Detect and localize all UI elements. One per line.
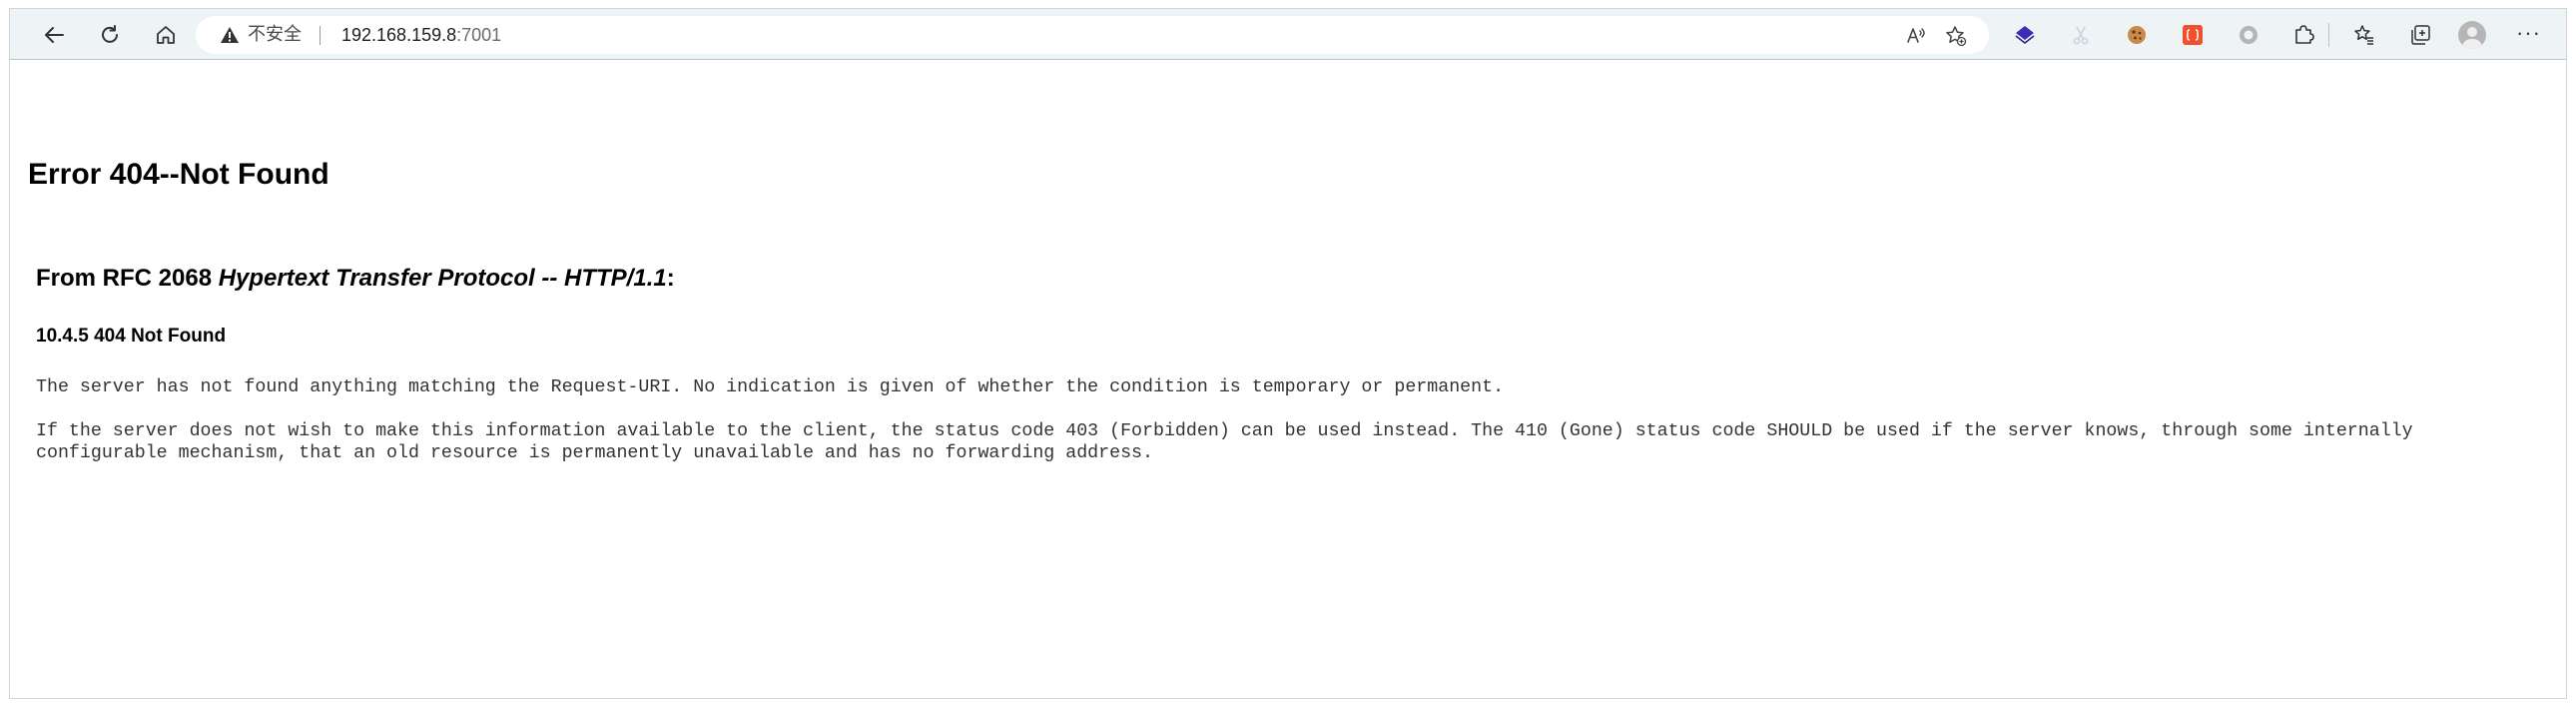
extension-scissors-icon[interactable] [2069, 23, 2093, 47]
security-status-label[interactable]: 不安全 [248, 25, 302, 45]
page-content: Error 404--Not Found From RFC 2068 Hyper… [10, 60, 2566, 698]
address-divider [320, 26, 321, 45]
home-icon [157, 26, 175, 44]
screen: 不安全 192.168.159.8:7001 ··· Error 404--No… [0, 0, 2576, 706]
extension-purple-layers-icon[interactable] [2013, 23, 2037, 47]
browser-toolbar: 不安全 192.168.159.8:7001 ··· [10, 9, 2566, 60]
extension-gray-circle-icon[interactable] [2237, 23, 2260, 47]
extensions-puzzle-icon[interactable] [2292, 23, 2316, 47]
address-bar[interactable]: 不安全 192.168.159.8:7001 [196, 16, 1989, 54]
back-button[interactable] [36, 17, 72, 53]
home-button[interactable] [148, 17, 184, 53]
rfc-heading-italic: Hypertext Transfer Protocol -- HTTP/1.1 [218, 265, 667, 292]
rfc-heading-suffix: : [666, 265, 675, 292]
user-avatar-icon [2462, 27, 2482, 49]
error-title: Error 404--Not Found [28, 158, 329, 191]
more-menu-button[interactable]: ··· [2516, 19, 2541, 47]
back-arrow-icon [45, 27, 64, 43]
profile-avatar[interactable] [2458, 21, 2486, 49]
browser-window: 不安全 192.168.159.8:7001 ··· Error 404--No… [9, 8, 2567, 699]
collections-icon[interactable] [2408, 23, 2432, 47]
extension-red-code-icon[interactable] [2181, 23, 2205, 47]
refresh-icon [102, 25, 118, 43]
extension-cookie-icon[interactable] [2125, 23, 2149, 47]
toolbar-divider [2328, 23, 2329, 47]
url-port: :7001 [456, 25, 502, 45]
url-host: 192.168.159.8 [341, 25, 457, 45]
read-aloud-icon[interactable] [1905, 25, 1927, 47]
url-text[interactable]: 192.168.159.8:7001 [341, 25, 501, 45]
paragraph-not-found: The server has not found anything matchi… [36, 377, 1505, 397]
add-favorite-icon[interactable] [1945, 25, 1967, 47]
paragraph-forbidden-gone: If the server does not wish to make this… [36, 421, 2413, 463]
rfc-heading-prefix: From RFC 2068 [36, 265, 219, 292]
warning-triangle-icon [221, 27, 239, 43]
favorites-icon[interactable] [2352, 23, 2376, 47]
refresh-button[interactable] [92, 17, 128, 53]
rfc-heading: From RFC 2068 Hypertext Transfer Protoco… [36, 265, 675, 293]
section-heading: 10.4.5 404 Not Found [36, 326, 227, 347]
